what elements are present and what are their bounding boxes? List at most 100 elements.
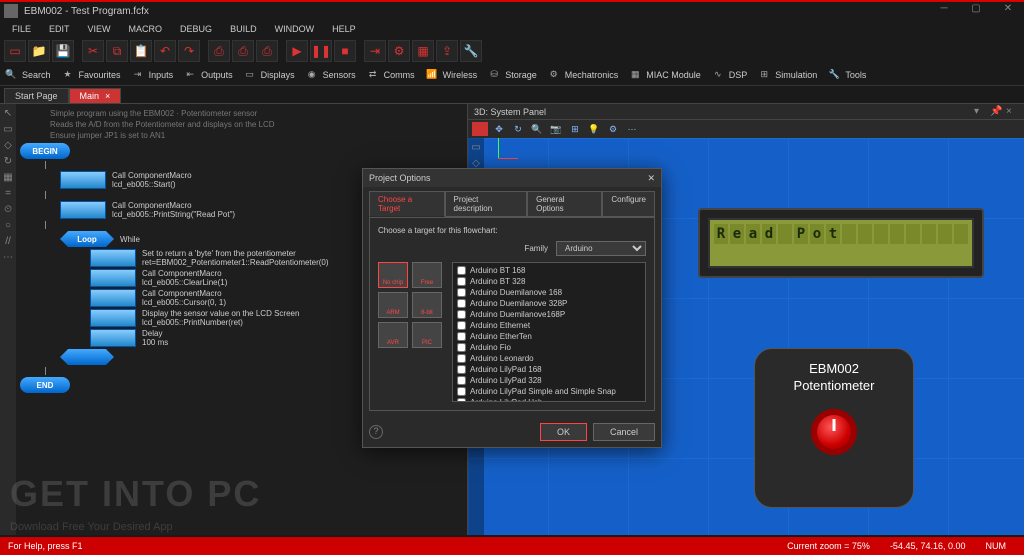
chip-avr[interactable]: AVR bbox=[378, 322, 408, 348]
flow-loop-end[interactable] bbox=[60, 349, 114, 365]
panel-light-icon[interactable]: 💡 bbox=[586, 122, 602, 136]
cat-comms[interactable]: ⇄Comms bbox=[366, 68, 415, 82]
open-icon[interactable]: 📁 bbox=[28, 40, 50, 62]
device-checkbox[interactable] bbox=[457, 387, 466, 396]
device-checkbox[interactable] bbox=[457, 277, 466, 286]
tool-icon[interactable]: 🔧 bbox=[460, 40, 482, 62]
device-item[interactable]: Arduino BT 328 bbox=[455, 276, 643, 287]
tool-macro-icon[interactable]: ▦ bbox=[2, 172, 14, 184]
menu-help[interactable]: HELP bbox=[324, 22, 364, 36]
cut-icon[interactable]: ✂ bbox=[82, 40, 104, 62]
cat-inputs[interactable]: ⇥Inputs bbox=[131, 68, 174, 82]
minimize-button[interactable]: ─ bbox=[932, 3, 956, 19]
tab-close-icon[interactable]: × bbox=[105, 91, 110, 101]
device-checkbox[interactable] bbox=[457, 310, 466, 319]
device-item[interactable]: Arduino Duemilanove 168 bbox=[455, 287, 643, 298]
tool-diamond-icon[interactable]: ◇ bbox=[2, 140, 14, 152]
chip-icon[interactable]: ▦ bbox=[412, 40, 434, 62]
tool-connect-icon[interactable]: ○ bbox=[2, 220, 14, 232]
undo-icon[interactable]: ↶ bbox=[154, 40, 176, 62]
device-item[interactable]: Arduino Ethernet bbox=[455, 320, 643, 331]
flow-macro-node[interactable] bbox=[90, 269, 136, 287]
flow-calc-node[interactable] bbox=[90, 249, 136, 267]
dialog-tab-configure[interactable]: Configure bbox=[602, 191, 655, 217]
dialog-close-icon[interactable]: ✕ bbox=[647, 173, 655, 184]
tool-delay-icon[interactable]: ⏲ bbox=[2, 204, 14, 216]
flow-macro-node[interactable] bbox=[60, 201, 106, 219]
chip-arm[interactable]: ARM bbox=[378, 292, 408, 318]
device-item[interactable]: Arduino Fio bbox=[455, 342, 643, 353]
panel-record-icon[interactable] bbox=[472, 122, 488, 136]
print2-icon[interactable]: ⎙ bbox=[232, 40, 254, 62]
menu-build[interactable]: BUILD bbox=[222, 22, 265, 36]
chip-nochip[interactable]: No chip bbox=[378, 262, 408, 288]
menu-macro[interactable]: MACRO bbox=[121, 22, 171, 36]
flow-delay-node[interactable] bbox=[90, 329, 136, 347]
cat-displays[interactable]: ▭Displays bbox=[243, 68, 295, 82]
tab-main[interactable]: Main× bbox=[69, 88, 122, 103]
menu-window[interactable]: WINDOW bbox=[267, 22, 323, 36]
device-item[interactable]: Arduino Duemilanove 328P bbox=[455, 298, 643, 309]
print-icon[interactable]: ⎙ bbox=[208, 40, 230, 62]
run-icon[interactable]: ▶ bbox=[286, 40, 308, 62]
panel-zoom-icon[interactable]: 🔍 bbox=[529, 122, 545, 136]
panel-settings-icon[interactable]: ⚙ bbox=[605, 122, 621, 136]
cat-outputs[interactable]: ⇤Outputs bbox=[183, 68, 233, 82]
flow-macro-node[interactable] bbox=[60, 171, 106, 189]
device-item[interactable]: Arduino LilyPad Usb bbox=[455, 397, 643, 402]
device-item[interactable]: Arduino BT 168 bbox=[455, 265, 643, 276]
device-item[interactable]: Arduino LilyPad 168 bbox=[455, 364, 643, 375]
panel-move-icon[interactable]: ✥ bbox=[491, 122, 507, 136]
family-select[interactable]: Arduino bbox=[556, 241, 646, 256]
device-checkbox[interactable] bbox=[457, 343, 466, 352]
cat-wireless[interactable]: 📶Wireless bbox=[425, 68, 478, 82]
device-checkbox[interactable] bbox=[457, 321, 466, 330]
device-checkbox[interactable] bbox=[457, 288, 466, 297]
flow-end[interactable]: END bbox=[20, 377, 70, 393]
tab-startpage[interactable]: Start Page bbox=[4, 88, 69, 103]
cat-dsp[interactable]: ∿DSP bbox=[711, 68, 748, 82]
menu-file[interactable]: FILE bbox=[4, 22, 39, 36]
dialog-tab-description[interactable]: Project description bbox=[445, 191, 528, 217]
device-list[interactable]: Arduino BT 168Arduino BT 328Arduino Duem… bbox=[452, 262, 646, 402]
menu-edit[interactable]: EDIT bbox=[41, 22, 78, 36]
device-checkbox[interactable] bbox=[457, 299, 466, 308]
chip-free[interactable]: Free bbox=[412, 262, 442, 288]
chip-8bit[interactable]: 8-bit bbox=[412, 292, 442, 318]
cat-search[interactable]: 🔍Search bbox=[4, 68, 51, 82]
panel-camera-icon[interactable]: 📷 bbox=[548, 122, 564, 136]
device-checkbox[interactable] bbox=[457, 376, 466, 385]
cat-tools[interactable]: 🔧Tools bbox=[827, 68, 866, 82]
device-item[interactable]: Arduino EtherTen bbox=[455, 331, 643, 342]
tool-loop-icon[interactable]: ↻ bbox=[2, 156, 14, 168]
save-icon[interactable]: 💾 bbox=[52, 40, 74, 62]
potentiometer-knob[interactable] bbox=[811, 409, 857, 455]
device-checkbox[interactable] bbox=[457, 266, 466, 275]
device-checkbox[interactable] bbox=[457, 354, 466, 363]
cat-storage[interactable]: ⛁Storage bbox=[487, 68, 537, 82]
menu-debug[interactable]: DEBUG bbox=[172, 22, 220, 36]
lcd-component[interactable]: ReadPot bbox=[698, 208, 984, 278]
device-checkbox[interactable] bbox=[457, 365, 466, 374]
device-item[interactable]: Arduino LilyPad 328 bbox=[455, 375, 643, 386]
dialog-help-icon[interactable]: ? bbox=[369, 425, 383, 439]
panel-dropdown-icon[interactable]: ▾ bbox=[974, 106, 986, 118]
new-icon[interactable]: ▭ bbox=[4, 40, 26, 62]
copy-icon[interactable]: ⧉ bbox=[106, 40, 128, 62]
device-item[interactable]: Arduino LilyPad Simple and Simple Snap bbox=[455, 386, 643, 397]
cancel-button[interactable]: Cancel bbox=[593, 423, 655, 441]
flow-macro-node[interactable] bbox=[90, 309, 136, 327]
ok-button[interactable]: OK bbox=[540, 423, 587, 441]
device-item[interactable]: Arduino Leonardo bbox=[455, 353, 643, 364]
maximize-button[interactable]: ▢ bbox=[964, 3, 988, 19]
c3d-tool-icon[interactable]: ▭ bbox=[470, 142, 482, 154]
panel-more-icon[interactable]: ⋯ bbox=[624, 122, 640, 136]
stop-icon[interactable]: ■ bbox=[334, 40, 356, 62]
cat-mechatronics[interactable]: ⚙Mechatronics bbox=[547, 68, 619, 82]
close-button[interactable]: ✕ bbox=[996, 3, 1020, 19]
flow-begin[interactable]: BEGIN bbox=[20, 143, 70, 159]
tool-comment-icon[interactable]: // bbox=[2, 236, 14, 248]
dialog-tab-target[interactable]: Choose a Target bbox=[369, 191, 445, 217]
cat-miac[interactable]: ▦MIAC Module bbox=[628, 68, 701, 82]
device-item[interactable]: Arduino Duemilanove168P bbox=[455, 309, 643, 320]
